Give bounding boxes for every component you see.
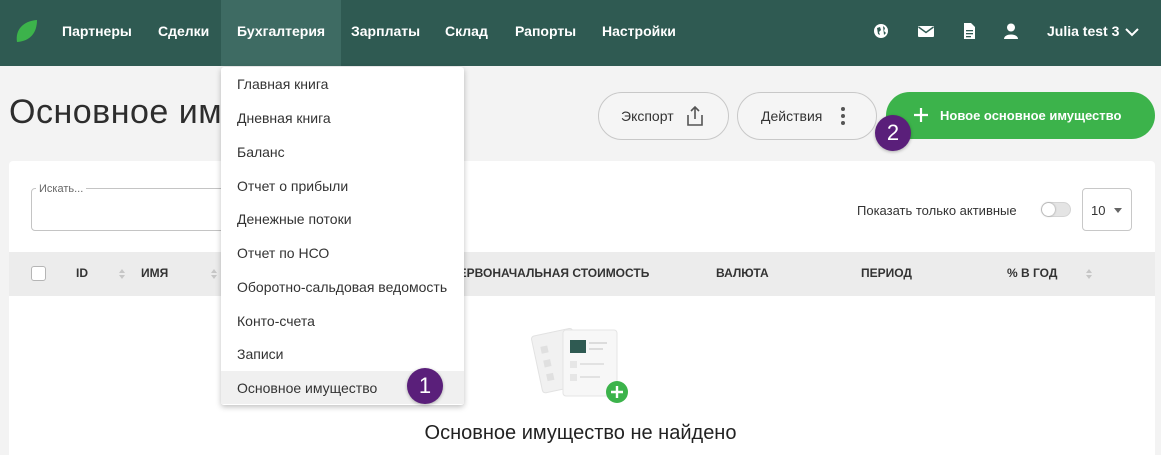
page-size-select[interactable]: 10 (1082, 188, 1132, 231)
menu-item-accounts[interactable]: Конто-счета (221, 304, 464, 337)
user-icon[interactable] (1002, 22, 1020, 40)
menu-item-general-ledger[interactable]: Главная книга (221, 67, 464, 100)
column-header-id[interactable]: ID (76, 266, 88, 280)
nav-item-partners[interactable]: Партнеры (46, 0, 148, 66)
step-badge-2: 2 (875, 115, 911, 151)
document-icon[interactable] (960, 22, 978, 40)
menu-item-balance[interactable]: Баланс (221, 135, 464, 168)
search-label: Искать... (36, 183, 87, 195)
menu-item-label: Отчет по НСО (237, 245, 330, 261)
nav-item-deals[interactable]: Сделки (142, 0, 225, 66)
nav-label: Склад (445, 23, 488, 39)
menu-item-label: Конто-счета (237, 313, 315, 329)
nav-item-accounting[interactable]: Бухгалтерия (221, 0, 342, 66)
toggle-knob[interactable] (1042, 203, 1055, 216)
sort-icon[interactable] (1085, 268, 1093, 280)
nav-label: Рапорты (515, 23, 577, 39)
step-badge-1: 1 (407, 368, 443, 404)
menu-item-vat-report[interactable]: Отчет по НСО (221, 236, 464, 269)
nav-item-warehouse[interactable]: Склад (429, 0, 504, 66)
menu-item-label: Основное имущество (237, 380, 378, 396)
leaf-logo-icon[interactable] (13, 18, 39, 44)
plus-icon (914, 108, 928, 122)
nav-item-salaries[interactable]: Зарплаты (335, 0, 436, 66)
only-active-label: Показать только активные (857, 203, 1017, 218)
empty-state-message: Основное имущество не найдено (424, 422, 737, 444)
more-vertical-icon (841, 107, 845, 125)
sort-icon[interactable] (210, 268, 218, 280)
caret-down-icon (1114, 208, 1122, 213)
sort-icon[interactable] (118, 268, 126, 280)
column-header-currency[interactable]: ВАЛЮТА (716, 266, 769, 280)
nav-label: Сделки (158, 23, 210, 39)
menu-item-label: Записи (237, 346, 284, 362)
actions-label: Действия (761, 108, 823, 124)
actions-button[interactable]: Действия (737, 92, 877, 140)
export-label: Экспорт (621, 108, 674, 124)
nav-label: Бухгалтерия (237, 23, 326, 39)
share-upload-icon (687, 105, 703, 126)
menu-item-cash-flow[interactable]: Денежные потоки (221, 202, 464, 235)
nav-label: Зарплаты (351, 23, 421, 39)
menu-item-label: Денежные потоки (237, 211, 352, 227)
column-header-percent-per-year[interactable]: % В ГОД (1007, 266, 1057, 280)
chevron-down-icon[interactable] (1124, 24, 1140, 40)
menu-item-profit-report[interactable]: Отчет о прибыли (221, 169, 464, 202)
empty-documents-icon (531, 327, 628, 403)
globe-icon[interactable] (872, 22, 890, 40)
new-asset-label: Новое основное имущество (940, 108, 1122, 123)
menu-item-label: Отчет о прибыли (237, 178, 349, 194)
nav-label: Настройки (602, 23, 676, 39)
select-all-checkbox[interactable] (31, 266, 46, 281)
export-button[interactable]: Экспорт (598, 92, 729, 140)
menu-item-day-book[interactable]: Дневная книга (221, 101, 464, 134)
page-size-value: 10 (1091, 203, 1106, 218)
column-header-period[interactable]: ПЕРИОД (861, 266, 912, 280)
nav-item-reports[interactable]: Рапорты (499, 0, 592, 66)
new-asset-button[interactable]: Новое основное имущество (886, 92, 1155, 139)
menu-item-entries[interactable]: Записи (221, 337, 464, 370)
nav-label: Партнеры (62, 23, 132, 39)
menu-item-label: Дневная книга (237, 110, 331, 126)
user-name[interactable]: Julia test 3 (1047, 0, 1119, 66)
menu-item-label: Главная книга (237, 76, 329, 92)
nav-item-settings[interactable]: Настройки (586, 0, 692, 66)
column-header-name[interactable]: ИМЯ (141, 266, 168, 280)
menu-item-label: Баланс (237, 144, 285, 160)
mail-icon[interactable] (917, 22, 935, 40)
menu-item-trial-balance[interactable]: Оборотно-сальдовая ведомость (221, 270, 464, 303)
menu-item-label: Оборотно-сальдовая ведомость (237, 279, 448, 295)
column-header-initial-cost[interactable]: ПЕРВОНАЧАЛЬНАЯ СТОИМОСТЬ (450, 266, 649, 280)
